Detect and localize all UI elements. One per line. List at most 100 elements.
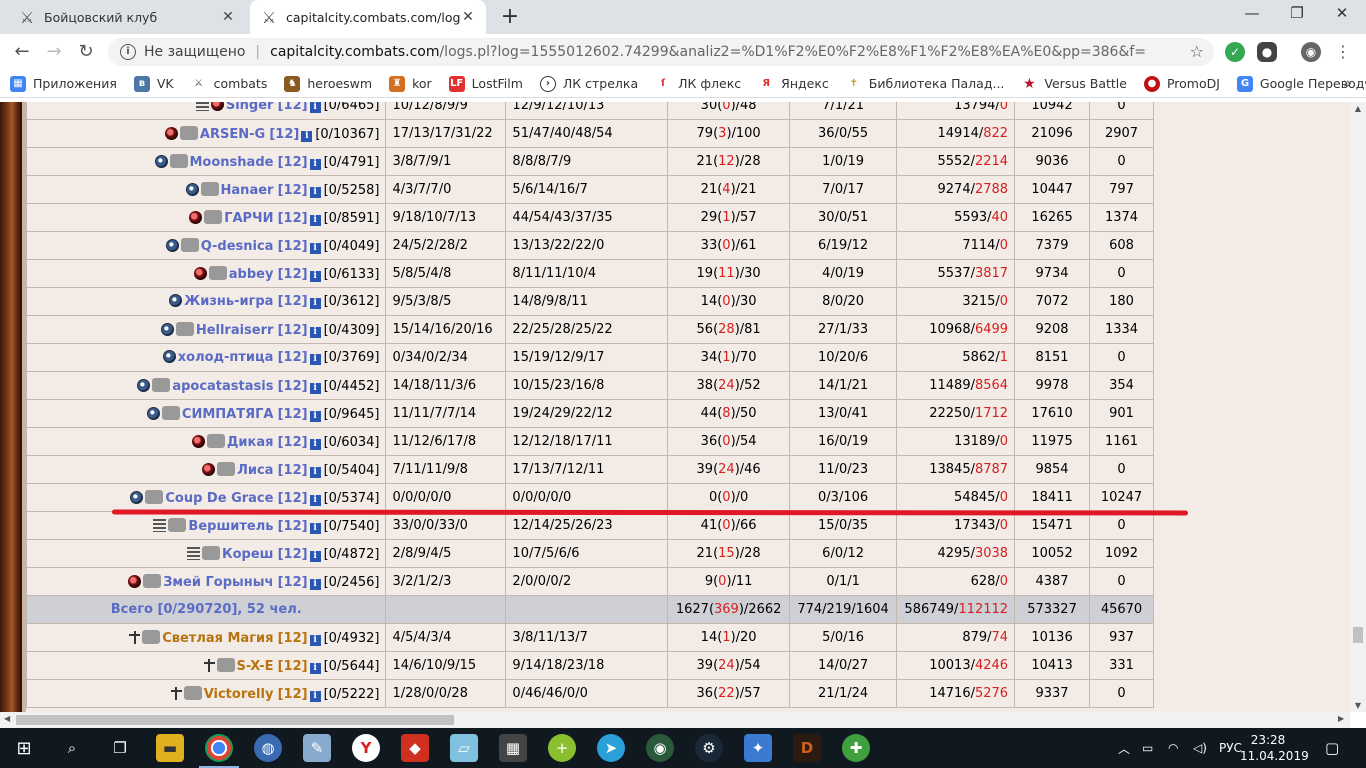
- player-info-icon[interactable]: i: [309, 214, 321, 226]
- app-globe-icon[interactable]: ◍: [254, 734, 282, 762]
- player-info-icon[interactable]: i: [309, 494, 321, 506]
- calculator-icon[interactable]: ▦: [499, 734, 527, 762]
- player-info-icon[interactable]: i: [301, 130, 313, 142]
- menu-kebab-icon[interactable]: ⋮: [1333, 42, 1353, 62]
- steam-icon[interactable]: ⚙: [695, 734, 723, 762]
- player-name-link[interactable]: S-X-E: [237, 659, 274, 674]
- bookmark-lostfilm[interactable]: LF LostFilm: [448, 75, 523, 92]
- player-name-link[interactable]: Hanaer: [221, 183, 274, 198]
- extension-icon[interactable]: ●: [1257, 42, 1277, 62]
- player-info-icon[interactable]: i: [309, 298, 321, 309]
- player-name-link[interactable]: холод-птица: [178, 350, 274, 365]
- yandex-icon[interactable]: Y: [352, 734, 380, 762]
- explorer-icon[interactable]: ▬: [156, 734, 184, 762]
- bookmark-flex[interactable]: ſ ЛК флекс: [655, 75, 741, 92]
- player-name-link[interactable]: Лиса: [237, 463, 273, 478]
- forward-arrow-icon[interactable]: →: [42, 40, 66, 64]
- notifications-icon[interactable]: ▢: [1325, 728, 1339, 768]
- maximize-button[interactable]: ❐: [1277, 4, 1317, 22]
- app-shield-icon[interactable]: ✚: [842, 734, 870, 762]
- start-icon[interactable]: ⊞: [10, 734, 38, 762]
- player-name-link[interactable]: Coup De Grace: [165, 491, 273, 506]
- app-red-icon[interactable]: ◆: [401, 734, 429, 762]
- task-view-icon[interactable]: ❐: [106, 734, 134, 762]
- tray-language[interactable]: РУС: [1219, 728, 1242, 768]
- close-tab-icon[interactable]: ✕: [460, 9, 476, 25]
- taskbar-clock[interactable]: 23:28 11.04.2019: [1240, 732, 1309, 764]
- player-info-icon[interactable]: i: [309, 382, 321, 394]
- player-name-link[interactable]: Дикая: [227, 435, 274, 450]
- vertical-scrollbar[interactable]: ▲ ▼: [1350, 102, 1366, 712]
- tray-chevron-icon[interactable]: ︿: [1118, 728, 1130, 768]
- chrome-icon[interactable]: [199, 734, 239, 768]
- back-arrow-icon[interactable]: ←: [10, 40, 34, 64]
- player-info-icon[interactable]: i: [309, 354, 321, 365]
- player-name-link[interactable]: Q-desnica: [201, 239, 274, 254]
- player-name-link[interactable]: Вершитель: [188, 519, 273, 534]
- player-info-icon[interactable]: i: [309, 186, 321, 198]
- player-name-link[interactable]: apocatastasis: [172, 379, 273, 394]
- bookmark-star-icon[interactable]: ☆: [1190, 42, 1204, 61]
- vertical-scroll-thumb[interactable]: [1353, 627, 1363, 643]
- player-name-link[interactable]: abbey: [229, 267, 274, 282]
- scroll-left-icon[interactable]: ◀: [4, 714, 10, 723]
- player-name-link[interactable]: Hellraiserr: [196, 323, 274, 338]
- player-info-icon[interactable]: i: [309, 466, 321, 478]
- player-name-link[interactable]: Жизнь-игра: [184, 294, 273, 309]
- info-icon[interactable]: i: [120, 44, 136, 60]
- tray-wifi-icon[interactable]: ◠: [1168, 728, 1178, 768]
- search-icon[interactable]: ⌕: [58, 734, 86, 762]
- bookmark-promodj[interactable]: ● PromoDJ: [1143, 75, 1220, 92]
- player-info-icon[interactable]: i: [309, 522, 321, 534]
- scroll-right-icon[interactable]: ▶: [1338, 714, 1344, 723]
- player-name-link[interactable]: СИМПАТЯГА: [182, 407, 274, 422]
- scroll-up-icon[interactable]: ▲: [1350, 104, 1366, 113]
- player-info-icon[interactable]: i: [309, 690, 321, 702]
- tray-volume-icon[interactable]: ◁): [1193, 728, 1207, 768]
- scroll-down-icon[interactable]: ▼: [1350, 701, 1366, 710]
- player-info-icon[interactable]: i: [309, 578, 321, 590]
- close-tab-icon[interactable]: ✕: [220, 9, 236, 25]
- paint-icon[interactable]: ✎: [303, 734, 331, 762]
- app-green-icon[interactable]: ◉: [646, 734, 674, 762]
- bookmark-yandex[interactable]: Я Яндекс: [758, 75, 829, 92]
- close-window-button[interactable]: ✕: [1322, 4, 1362, 22]
- telegram-icon[interactable]: ➤: [597, 734, 625, 762]
- address-bar[interactable]: i Не защищено | capitalcity.combats.com /…: [108, 38, 1214, 66]
- profile-avatar-icon[interactable]: ◉: [1301, 42, 1321, 62]
- bookmark-vk[interactable]: в VK: [133, 75, 174, 92]
- app-notes-icon[interactable]: ▱: [450, 734, 478, 762]
- player-info-icon[interactable]: i: [309, 662, 321, 674]
- minimize-button[interactable]: —: [1232, 4, 1272, 22]
- bookmark-combats[interactable]: ⚔ combats: [190, 75, 267, 92]
- player-info-icon[interactable]: i: [309, 242, 321, 254]
- player-info-icon[interactable]: i: [309, 102, 321, 113]
- player-info-icon[interactable]: i: [309, 410, 321, 422]
- player-name-link[interactable]: Moonshade: [190, 155, 274, 170]
- player-name-link[interactable]: ARSEN-G: [200, 127, 265, 142]
- bookmark-strelka[interactable]: › ЛК стрелка: [539, 75, 638, 92]
- reload-icon[interactable]: ↻: [74, 40, 98, 64]
- player-name-link[interactable]: Кореш: [222, 547, 274, 562]
- player-name-link[interactable]: ГАРЧИ: [224, 211, 273, 226]
- check-extension-icon[interactable]: ✓: [1225, 42, 1245, 62]
- app-plus-icon[interactable]: +: [548, 734, 576, 762]
- player-name-link[interactable]: Змей Горыныч: [163, 575, 273, 590]
- bookmarks-more-icon[interactable]: »: [1343, 74, 1352, 92]
- tab-logs[interactable]: ⚔ capitalcity.combats.com/logs.pl?l ✕: [250, 0, 486, 34]
- player-info-icon[interactable]: i: [309, 158, 321, 170]
- horizontal-scroll-thumb[interactable]: [16, 715, 454, 725]
- new-tab-button[interactable]: +: [498, 4, 522, 29]
- tab-fight-club[interactable]: ⚔ Бойцовский клуб ✕: [8, 0, 246, 34]
- player-info-icon[interactable]: i: [309, 270, 321, 282]
- bookmark-kor[interactable]: ♜ kor: [389, 75, 432, 92]
- app-blue-icon[interactable]: ✦: [744, 734, 772, 762]
- player-name-link[interactable]: Singer: [226, 102, 274, 113]
- bookmark-apps[interactable]: ▦ Приложения: [10, 75, 117, 92]
- player-info-icon[interactable]: i: [309, 634, 321, 646]
- player-info-icon[interactable]: i: [309, 438, 321, 450]
- player-info-icon[interactable]: i: [309, 326, 321, 338]
- bookmark-versus[interactable]: ★ Versus Battle: [1021, 75, 1127, 92]
- player-info-icon[interactable]: i: [309, 550, 321, 562]
- tray-network-icon[interactable]: ▭: [1142, 728, 1153, 768]
